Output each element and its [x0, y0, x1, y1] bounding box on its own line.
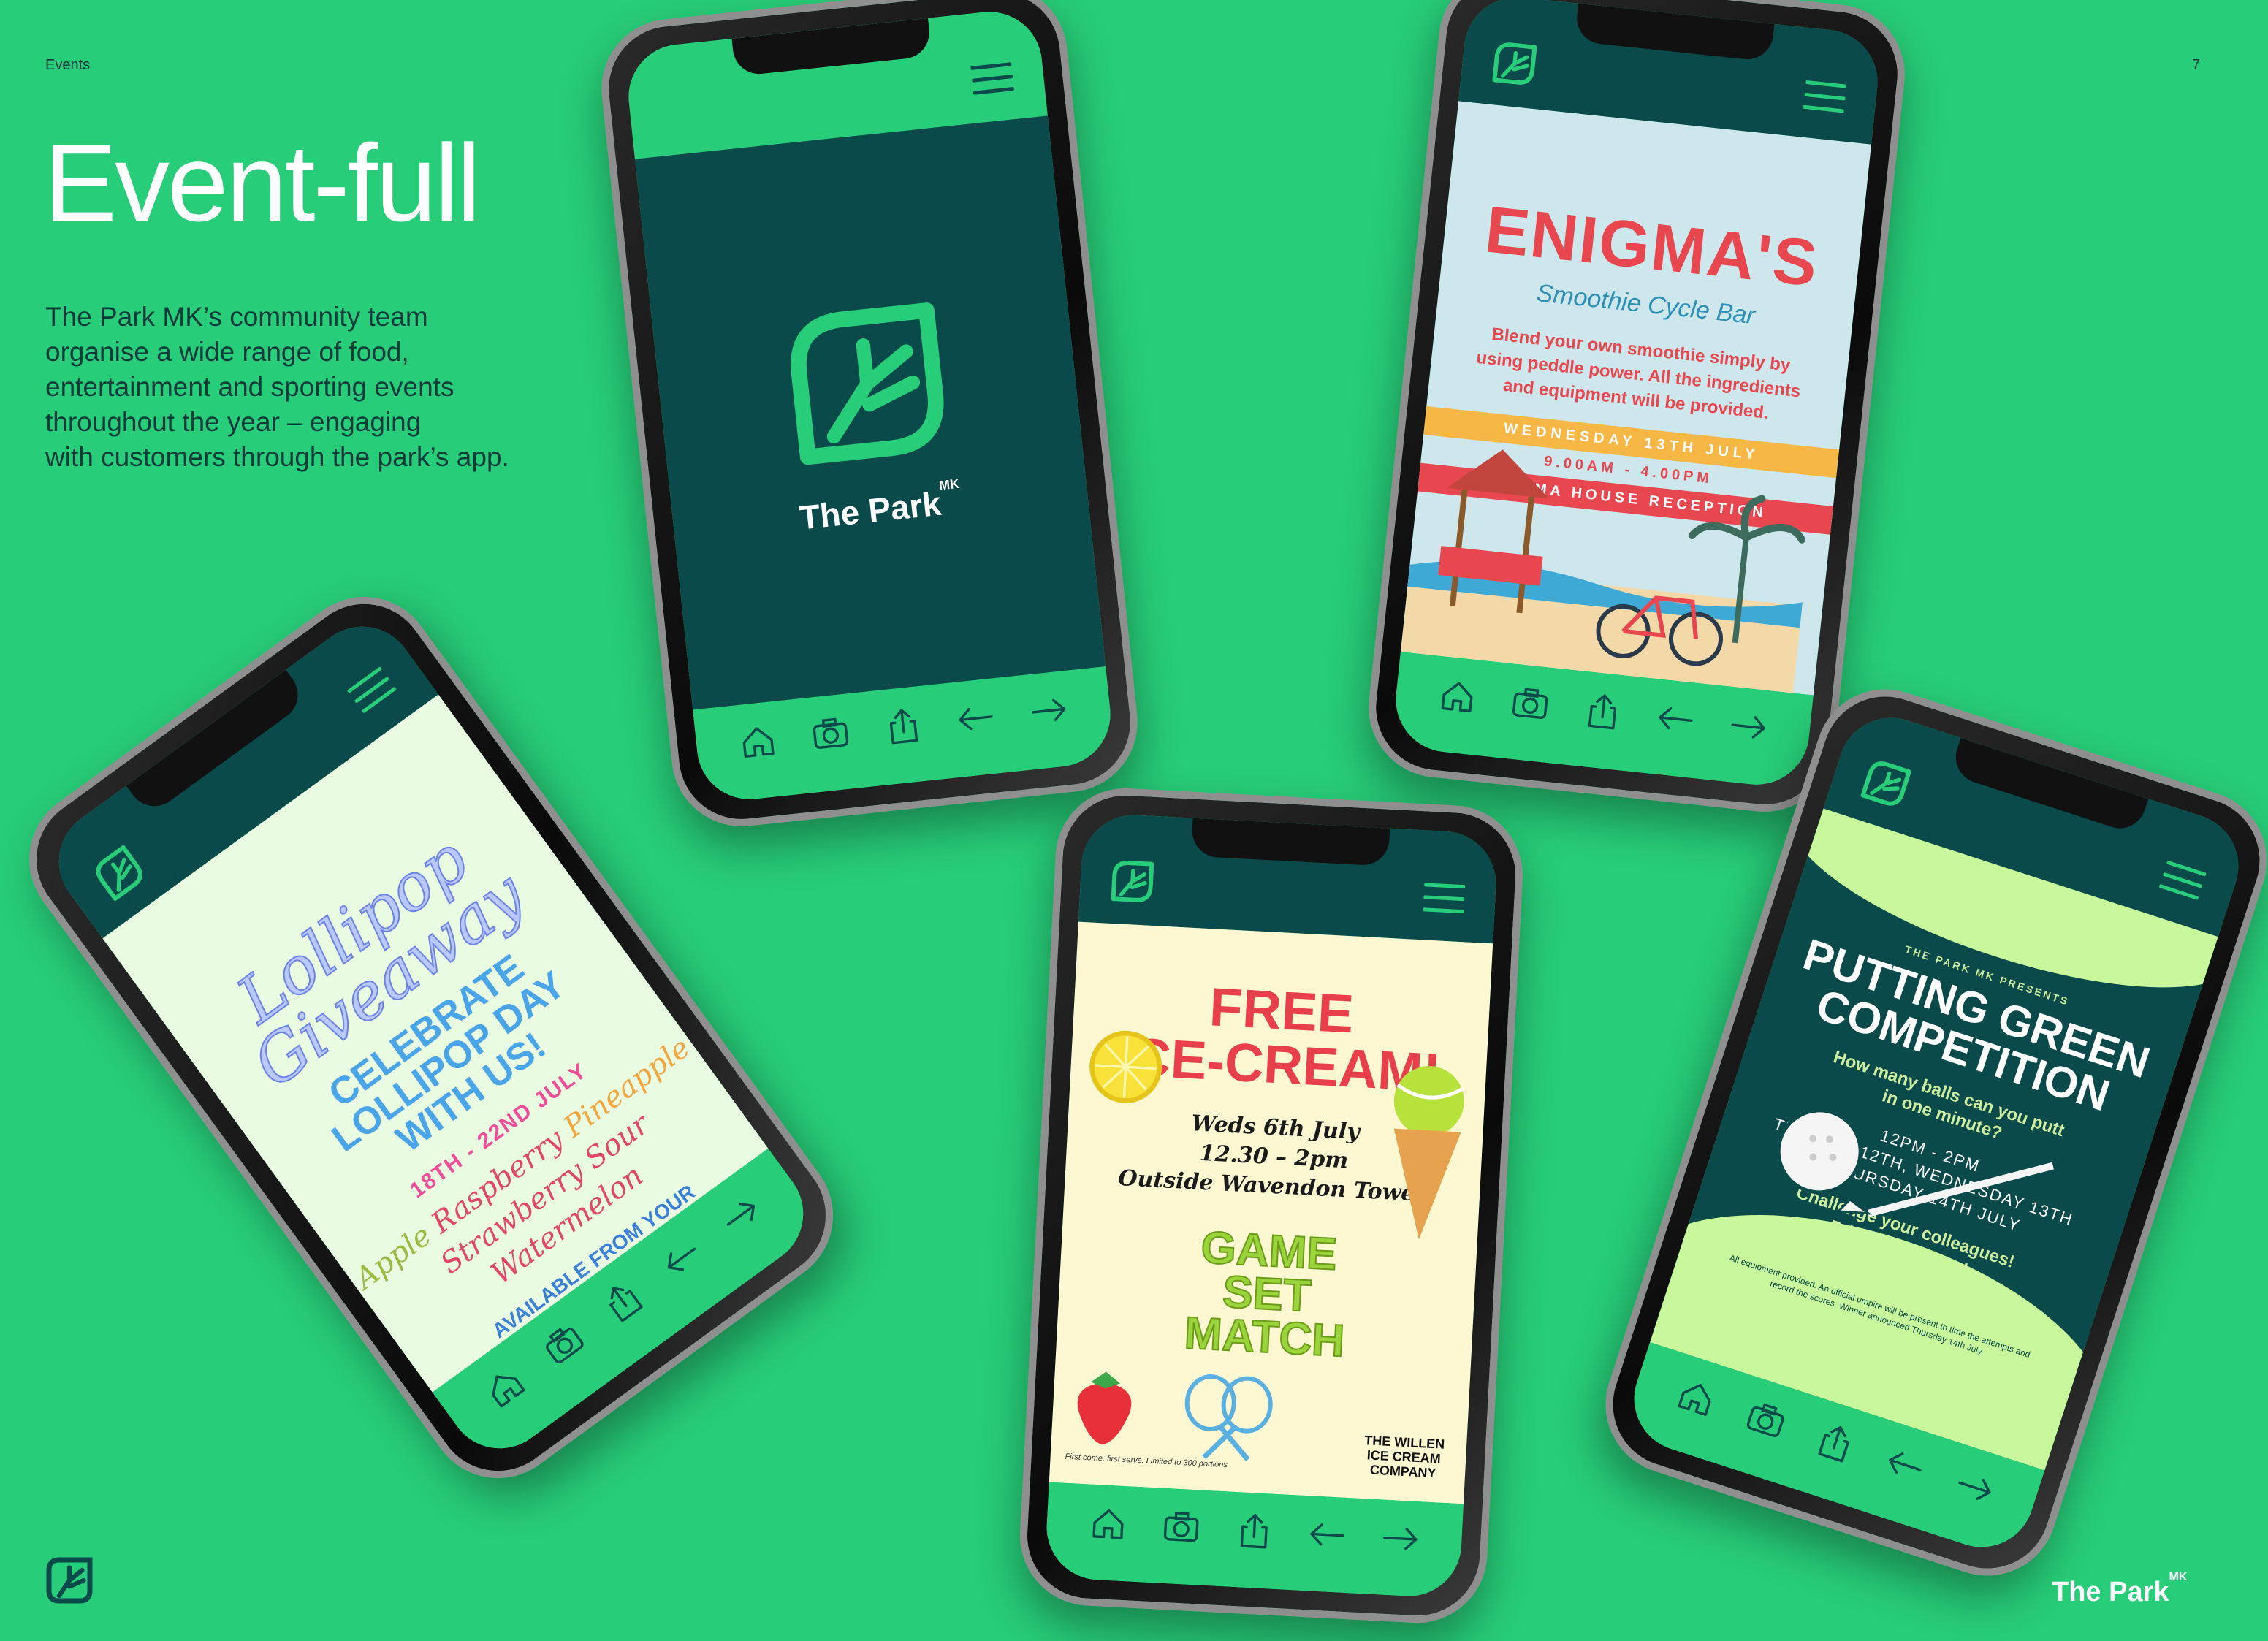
phone-putting: THE PARK MK PRESENTS PUTTING GREEN COMPE…	[1587, 671, 2268, 1594]
splash-title-sup: MK	[938, 476, 960, 493]
icecream-company-logo: THE WILLEN ICE CREAM COMPANY	[1363, 1433, 1445, 1481]
splash-title: The ParkMK	[797, 476, 964, 538]
menu-icon[interactable]	[970, 62, 1015, 96]
home-icon[interactable]	[735, 720, 781, 764]
phone-screen: FREE ICE-CREAM! Weds 6th July 12.30 – 2p…	[1043, 812, 1499, 1599]
lemon-icon	[1089, 1030, 1162, 1103]
home-icon[interactable]	[1670, 1372, 1723, 1423]
intro-line: The Park MK’s community team	[45, 302, 428, 332]
share-icon[interactable]	[880, 704, 926, 748]
menu-icon[interactable]	[1423, 883, 1466, 914]
camera-icon[interactable]	[1507, 682, 1553, 726]
back-arrow-icon[interactable]	[653, 1230, 711, 1287]
intro-paragraph: The Park MK’s community team organise a …	[45, 300, 644, 475]
tennis-rackets-icon	[1184, 1374, 1273, 1462]
phone-splash: The ParkMK	[594, 0, 1145, 834]
back-arrow-icon[interactable]	[1653, 697, 1699, 741]
intro-line: entertainment and sporting events	[45, 372, 454, 402]
menu-icon[interactable]	[346, 666, 397, 714]
page-number: 7	[2192, 57, 2201, 73]
share-icon[interactable]	[594, 1273, 652, 1330]
intro-line: organise a wide range of food,	[45, 337, 409, 367]
menu-icon[interactable]	[2158, 860, 2207, 901]
share-icon[interactable]	[1232, 1510, 1276, 1552]
forward-arrow-icon[interactable]	[712, 1187, 770, 1244]
beach-bike-illustration	[1400, 449, 1805, 693]
forward-arrow-icon[interactable]	[1725, 705, 1771, 749]
camera-icon[interactable]	[535, 1316, 593, 1373]
leaf-logo-icon	[771, 287, 964, 480]
home-icon[interactable]	[476, 1358, 533, 1415]
ice-cream-cone-icon	[1393, 1066, 1465, 1240]
camera-icon[interactable]	[807, 712, 853, 755]
section-label: Events	[45, 57, 91, 73]
home-icon[interactable]	[1434, 674, 1480, 718]
forward-arrow-icon[interactable]	[1025, 689, 1071, 733]
strawberry-icon	[1077, 1371, 1132, 1445]
camera-icon[interactable]	[1740, 1395, 1792, 1445]
splash-screen: The ParkMK	[634, 115, 1106, 710]
back-arrow-icon[interactable]	[953, 696, 999, 740]
page-title: Event-full	[44, 121, 481, 244]
event-poster-icecream: FREE ICE-CREAM! Weds 6th July 12.30 – 2p…	[1049, 921, 1493, 1504]
phone-screen: THE PARK MK PRESENTS PUTTING GREEN COMPE…	[1620, 704, 2253, 1561]
leaf-logo-icon	[1107, 856, 1157, 907]
phone-enigma: ENIGMA'S Smoothie Cycle Bar Blend your o…	[1361, 0, 1912, 819]
back-arrow-icon[interactable]	[1305, 1514, 1350, 1556]
phone-screen: The ParkMK	[623, 7, 1116, 804]
share-icon[interactable]	[1580, 690, 1626, 734]
forward-arrow-icon[interactable]	[1378, 1518, 1423, 1559]
phone-icecream: FREE ICE-CREAM! Weds 6th July 12.30 – 2p…	[1016, 785, 1526, 1626]
home-icon[interactable]	[1087, 1502, 1131, 1544]
leaf-logo-icon	[1488, 37, 1542, 91]
back-arrow-icon[interactable]	[1879, 1439, 1931, 1490]
menu-icon[interactable]	[1803, 80, 1847, 114]
splash-title-text: The Park	[797, 484, 943, 537]
phone-screen: ENIGMA'S Smoothie Cycle Bar Blend your o…	[1390, 0, 1883, 790]
brand-sup: MK	[2169, 1571, 2188, 1584]
leaf-logo-icon	[1856, 753, 1917, 814]
leaf-logo-icon	[85, 839, 153, 907]
brand-name: The Park	[2052, 1577, 2169, 1607]
forward-arrow-icon[interactable]	[1948, 1462, 2001, 1512]
brand-wordmark: The ParkMK	[2052, 1571, 2187, 1608]
intro-line: with customers through the park’s app.	[45, 442, 509, 472]
share-icon[interactable]	[1809, 1417, 1862, 1468]
camera-icon[interactable]	[1159, 1507, 1203, 1548]
leaf-logo-icon	[46, 1557, 93, 1604]
intro-line: throughout the year – engaging	[45, 407, 422, 437]
event-poster-enigma: ENIGMA'S Smoothie Cycle Bar Blend your o…	[1400, 101, 1872, 696]
